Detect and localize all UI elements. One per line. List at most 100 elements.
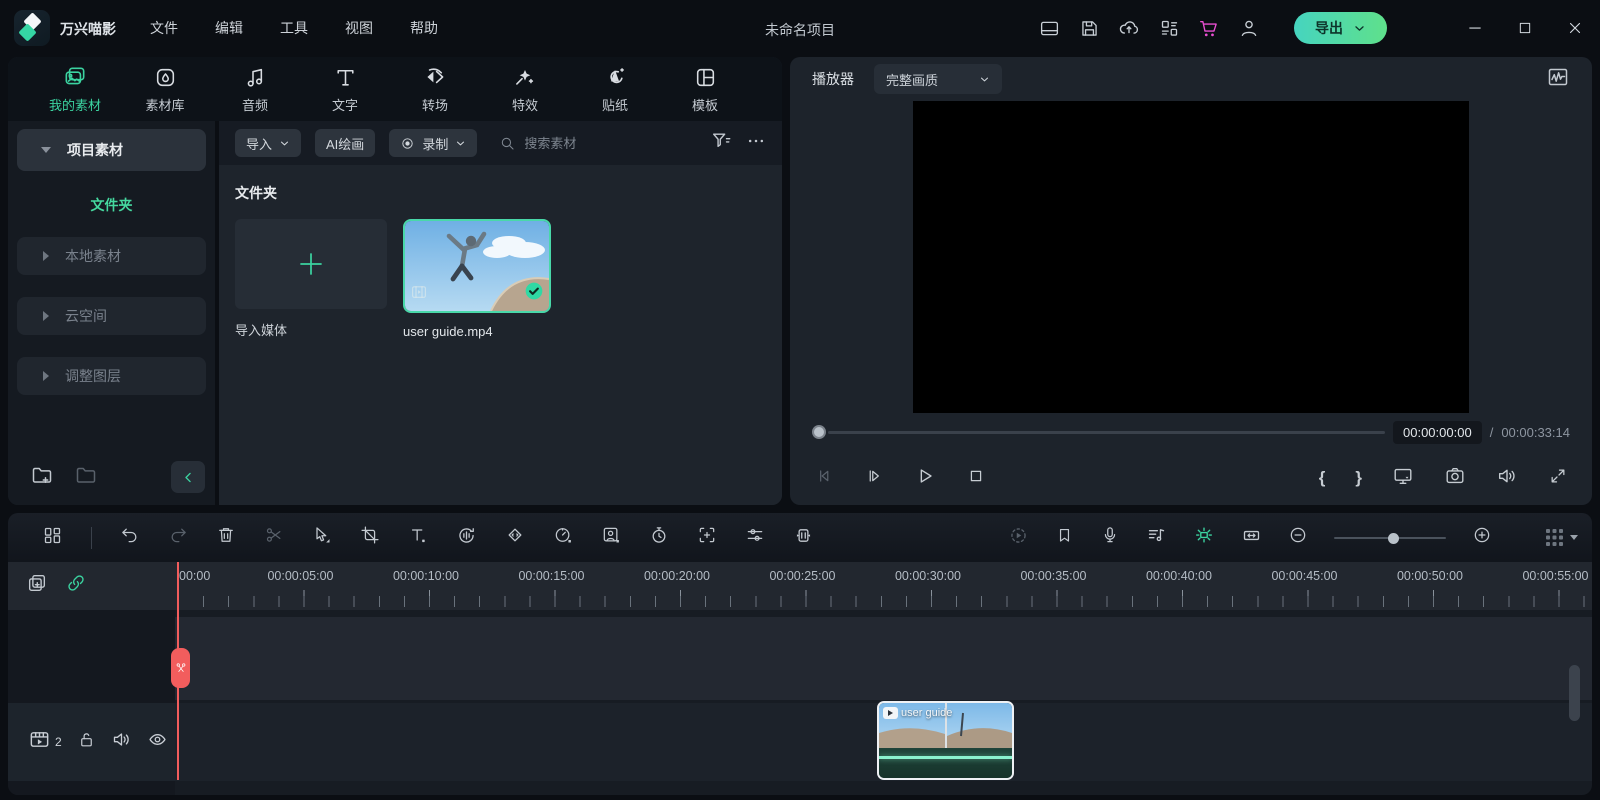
sidebar-item-project-media[interactable]: 项目素材 (17, 129, 206, 171)
library-tabbar: 我的素材 素材库 音频 文字 转场 特效 (8, 57, 782, 121)
smart-cutout-icon[interactable] (601, 525, 621, 550)
sidebar-item-cloud-space[interactable]: 云空间 (17, 297, 206, 335)
cloud-upload-icon[interactable] (1118, 17, 1140, 39)
motion-track-icon[interactable] (697, 525, 717, 550)
tab-label: 贴纸 (602, 95, 628, 114)
zoom-out-icon[interactable] (1288, 525, 1308, 550)
mark-in-icon[interactable]: { (1319, 468, 1326, 488)
adjust-sliders-icon[interactable] (745, 525, 765, 550)
ruler-label: 00:00:40:00 (1146, 569, 1212, 583)
minimize-button[interactable] (1450, 0, 1500, 56)
timeline-vscrollbar[interactable] (1569, 665, 1580, 721)
import-media-tile[interactable] (235, 219, 387, 309)
apps-grid-icon[interactable] (1158, 17, 1180, 39)
delete-folder-icon[interactable] (74, 463, 98, 492)
stop-icon[interactable] (966, 466, 986, 491)
record-button[interactable]: 录制 (389, 129, 477, 157)
marker-icon[interactable] (1055, 526, 1074, 550)
previous-frame-icon[interactable] (814, 466, 834, 491)
audio-note-icon (243, 64, 268, 90)
play-icon[interactable] (914, 465, 936, 492)
volume-icon[interactable] (1496, 465, 1518, 492)
user-account-icon[interactable] (1238, 17, 1260, 39)
delete-icon[interactable] (216, 525, 236, 550)
more-options-icon[interactable] (746, 131, 766, 156)
collapse-sidebar-button[interactable] (171, 461, 205, 493)
cart-icon[interactable] (1198, 17, 1220, 39)
new-folder-icon[interactable] (30, 463, 54, 492)
save-icon[interactable] (1078, 17, 1100, 39)
workspace-layout-icon[interactable] (42, 525, 63, 551)
export-button[interactable]: 导出 (1294, 12, 1387, 44)
split-scissors-icon[interactable] (264, 525, 284, 550)
crop-icon[interactable] (360, 525, 380, 550)
sidebar-item-local-media[interactable]: 本地素材 (17, 237, 206, 275)
export-label: 导出 (1315, 18, 1343, 38)
scopes-icon[interactable] (1546, 65, 1570, 94)
keyframe-icon[interactable] (505, 525, 525, 550)
ruler-scale[interactable]: 00:00 00:00:05:00 00:00:10:00 00:00:15:0… (175, 562, 1592, 610)
maximize-button[interactable] (1500, 0, 1550, 56)
layout-panel-icon[interactable] (1038, 17, 1060, 39)
menu-help[interactable]: 帮助 (410, 18, 438, 38)
sidebar-item-adjustment-layer[interactable]: 调整图层 (17, 357, 206, 395)
ai-paint-button[interactable]: AI绘画 (315, 129, 375, 157)
tab-stock-media[interactable]: 素材库 (120, 64, 210, 114)
track-manager-button[interactable] (1546, 529, 1578, 546)
undo-icon[interactable] (120, 525, 140, 550)
audio-mixer-icon[interactable] (1146, 525, 1167, 551)
track-lane-1[interactable] (175, 617, 1592, 700)
timer-icon[interactable] (649, 525, 669, 550)
scrub-handle[interactable] (812, 425, 826, 439)
track-mute-icon[interactable] (111, 729, 132, 755)
menu-view[interactable]: 视图 (345, 18, 373, 38)
import-button[interactable]: 导入 (235, 129, 301, 157)
speed-icon[interactable] (553, 525, 573, 550)
tab-audio[interactable]: 音频 (210, 64, 300, 114)
tab-templates[interactable]: 模板 (660, 64, 750, 114)
playhead-split-badge[interactable] (171, 648, 190, 688)
timeline-clip-user-guide[interactable]: user guide (877, 701, 1014, 780)
playhead[interactable] (177, 562, 179, 780)
text-tool-icon[interactable] (408, 525, 428, 550)
menu-tools[interactable]: 工具 (280, 18, 308, 38)
fullscreen-icon[interactable] (1548, 466, 1568, 491)
tab-stickers[interactable]: 贴纸 (570, 64, 660, 114)
voiceover-mic-icon[interactable] (1100, 525, 1120, 550)
menu-file[interactable]: 文件 (150, 18, 178, 38)
video-screen[interactable] (913, 101, 1469, 413)
scrub-track[interactable] (828, 431, 1385, 434)
auto-link-icon[interactable] (65, 572, 87, 599)
search-input[interactable] (524, 136, 674, 151)
close-button[interactable] (1550, 0, 1600, 56)
track-visibility-icon[interactable] (147, 729, 168, 755)
add-to-track-icon[interactable] (26, 572, 48, 599)
select-tool-icon[interactable] (312, 525, 332, 550)
sidebar-item-folder[interactable]: 文件夹 (8, 195, 215, 215)
tab-transitions[interactable]: 转场 (390, 64, 480, 114)
menu-edit[interactable]: 编辑 (215, 18, 243, 38)
tab-effects[interactable]: 特效 (480, 64, 570, 114)
snapshot-camera-icon[interactable] (1444, 465, 1466, 492)
stabilization-icon[interactable] (793, 525, 814, 551)
filter-icon[interactable] (710, 130, 732, 157)
mark-out-icon[interactable]: } (1355, 468, 1362, 488)
quality-dropdown[interactable]: 完整画质 (874, 64, 1002, 94)
timeline-zoom-slider[interactable] (1334, 532, 1446, 544)
unlock-icon[interactable] (77, 730, 96, 754)
player-title: 播放器 (812, 69, 854, 89)
display-device-icon[interactable] (1392, 465, 1414, 492)
edit-range-icon[interactable] (1241, 525, 1262, 551)
zoom-slider-handle[interactable] (1388, 533, 1399, 544)
tab-text[interactable]: 文字 (300, 64, 390, 114)
film-icon (410, 283, 428, 306)
tab-my-media[interactable]: 我的素材 (30, 64, 120, 114)
audio-sync-icon[interactable] (456, 525, 477, 551)
render-preview-icon[interactable] (1008, 525, 1029, 551)
timeline-ruler[interactable]: 00:00 00:00:05:00 00:00:10:00 00:00:15:0… (8, 562, 1592, 610)
redo-icon[interactable] (168, 525, 188, 550)
next-frame-icon[interactable] (864, 466, 884, 491)
media-item-user-guide[interactable] (403, 219, 551, 313)
zoom-in-icon[interactable] (1472, 525, 1492, 550)
auto-ripple-icon[interactable] (1193, 524, 1215, 551)
